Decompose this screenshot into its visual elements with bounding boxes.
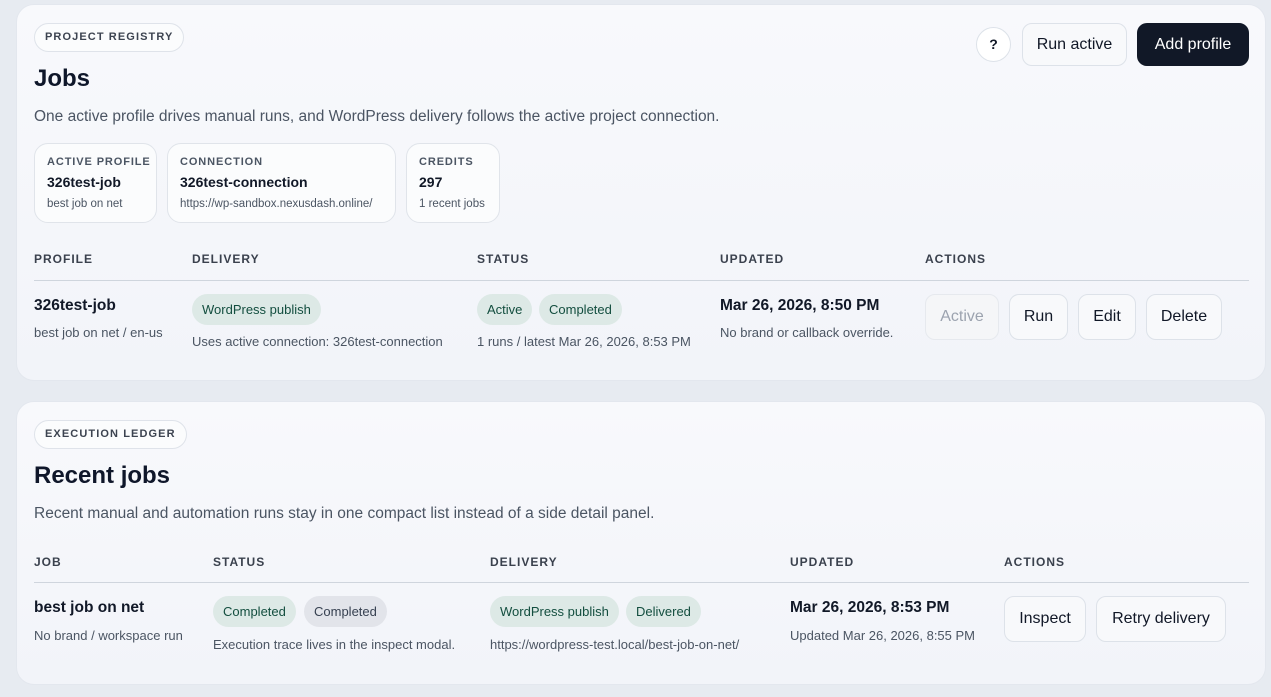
delete-button[interactable]: Delete xyxy=(1146,294,1222,340)
delivery-note: Uses active connection: 326test-connecti… xyxy=(192,334,443,349)
project-registry-card: PROJECT REGISTRY Jobs One active profile… xyxy=(16,4,1266,381)
job-name: best job on net xyxy=(34,599,145,616)
updated-timestamp: Mar 26, 2026, 8:53 PM xyxy=(790,599,950,616)
stat-connection-note: https://wp-sandbox.nexusdash.online/ xyxy=(180,198,373,210)
status-note: 1 runs / latest Mar 26, 2026, 8:53 PM xyxy=(477,334,691,349)
project-registry-eyebrow: PROJECT REGISTRY xyxy=(34,23,185,52)
status-badge-active: Active xyxy=(477,294,533,325)
column-header-delivery: DELIVERY xyxy=(192,252,260,266)
help-button[interactable]: ? xyxy=(976,27,1011,62)
stat-connection-value: 326test-connection xyxy=(180,174,308,190)
stat-credits-label: CREDITS xyxy=(419,156,474,168)
updated-timestamp: Mar 26, 2026, 8:50 PM xyxy=(720,297,880,314)
column-header-status: STATUS xyxy=(477,252,530,266)
stat-active-profile-value: 326test-job xyxy=(47,174,121,190)
section-subtitle: Recent manual and automation runs stay i… xyxy=(34,505,655,522)
status-badge-completed: Completed xyxy=(539,294,622,325)
stat-credits: CREDITS 297 1 recent jobs xyxy=(406,143,500,223)
run-active-button[interactable]: Run active xyxy=(1022,23,1127,66)
page-title: Jobs xyxy=(34,65,91,92)
status-note: Execution trace lives in the inspect mod… xyxy=(213,637,456,652)
stat-active-profile-note: best job on net xyxy=(47,198,123,210)
add-profile-button[interactable]: Add profile xyxy=(1137,23,1249,66)
job-meta: No brand / workspace run xyxy=(34,628,183,643)
execution-ledger-card: EXECUTION LEDGER Recent jobs Recent manu… xyxy=(16,401,1266,685)
status-badge-completed-secondary: Completed xyxy=(304,596,387,627)
stat-active-profile-label: ACTIVE PROFILE xyxy=(47,156,151,168)
updated-note: Updated Mar 26, 2026, 8:55 PM xyxy=(790,628,976,643)
column-header-status: STATUS xyxy=(213,555,266,569)
page-subtitle: One active profile drives manual runs, a… xyxy=(34,108,720,125)
column-header-actions: ACTIONS xyxy=(1004,555,1065,569)
active-button[interactable]: Active xyxy=(925,294,999,340)
section-title: Recent jobs xyxy=(34,462,171,489)
updated-note: No brand or callback override. xyxy=(720,325,894,340)
profile-name: 326test-job xyxy=(34,297,116,314)
column-header-updated: UPDATED xyxy=(790,555,855,569)
column-header-delivery: DELIVERY xyxy=(490,555,558,569)
table-header-divider xyxy=(34,280,1249,281)
stat-credits-note: 1 recent jobs xyxy=(419,198,485,210)
profile-meta: best job on net / en-us xyxy=(34,325,163,340)
run-button[interactable]: Run xyxy=(1009,294,1068,340)
delivery-badge: WordPress publish xyxy=(192,294,321,325)
stat-active-profile: ACTIVE PROFILE 326test-job best job on n… xyxy=(34,143,157,223)
stat-credits-value: 297 xyxy=(419,174,443,190)
table-header-divider xyxy=(34,582,1249,583)
execution-ledger-eyebrow: EXECUTION LEDGER xyxy=(34,420,187,449)
status-badge-completed: Completed xyxy=(213,596,296,627)
edit-button[interactable]: Edit xyxy=(1078,294,1136,340)
delivery-badge-delivered: Delivered xyxy=(626,596,701,627)
column-header-actions: ACTIONS xyxy=(925,252,986,266)
column-header-updated: UPDATED xyxy=(720,252,785,266)
delivery-url: https://wordpress-test.local/best-job-on… xyxy=(490,637,740,652)
delivery-badge-wordpress: WordPress publish xyxy=(490,596,619,627)
inspect-button[interactable]: Inspect xyxy=(1004,596,1086,642)
retry-delivery-button[interactable]: Retry delivery xyxy=(1096,596,1226,642)
column-header-profile: PROFILE xyxy=(34,252,94,266)
stat-connection-label: CONNECTION xyxy=(180,156,263,168)
column-header-job: JOB xyxy=(34,555,62,569)
stat-connection: CONNECTION 326test-connection https://wp… xyxy=(167,143,396,223)
